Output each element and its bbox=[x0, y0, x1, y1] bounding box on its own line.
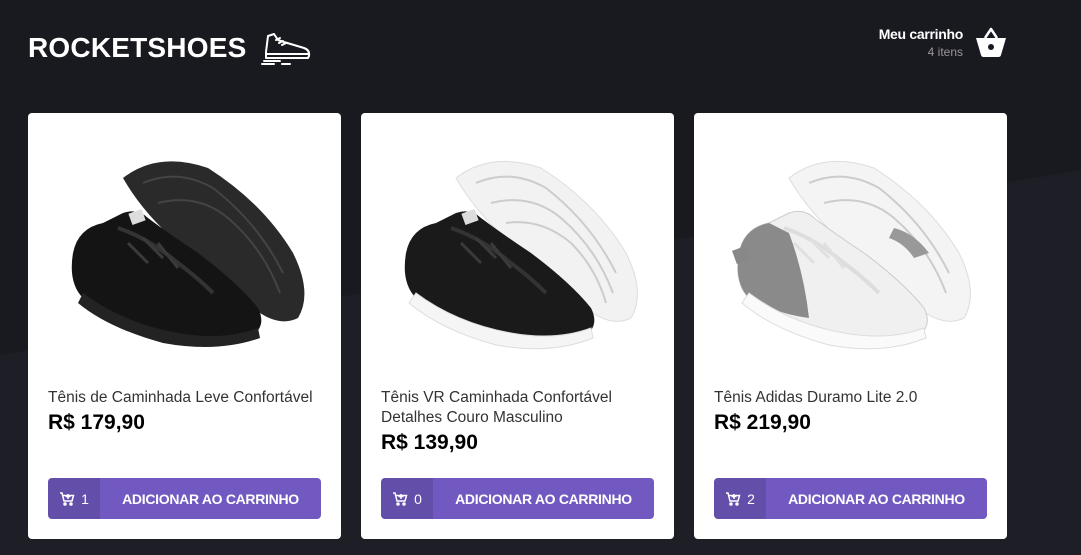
product-card: Tênis VR Caminhada Confortável Detalhes … bbox=[361, 113, 674, 539]
add-to-cart-label: ADICIONAR AO CARRINHO bbox=[122, 490, 299, 507]
add-shopping-cart-icon bbox=[726, 491, 741, 506]
add-shopping-cart-icon bbox=[60, 491, 75, 506]
logo-text: ROCKETSHOES bbox=[28, 32, 247, 63]
product-title: Tênis de Caminhada Leve Confortável bbox=[48, 389, 313, 406]
add-to-cart-button[interactable]: 2 ADICIONAR AO CARRINHO bbox=[714, 478, 987, 519]
product-card: Tênis Adidas Duramo Lite 2.0 R$ 219,90 2… bbox=[694, 113, 1007, 539]
cart-count: 4 itens bbox=[927, 44, 963, 59]
sneaker-icon bbox=[261, 33, 311, 65]
product-title-block: Tênis Adidas Duramo Lite 2.0 R$ 219,90 bbox=[714, 388, 989, 433]
cart-info: Meu carrinho 4 itens bbox=[878, 25, 964, 59]
basket-icon bbox=[976, 27, 1006, 57]
product-title: Tênis Adidas Duramo Lite 2.0 bbox=[714, 389, 918, 406]
product-list: Tênis de Caminhada Leve Confortável R$ 1… bbox=[28, 113, 1007, 539]
add-to-cart-label: ADICIONAR AO CARRINHO bbox=[455, 490, 632, 507]
product-price: R$ 179,90 bbox=[48, 411, 145, 434]
product-title-block: Tênis de Caminhada Leve Confortável R$ 1… bbox=[48, 388, 323, 433]
product-image-black-sneaker bbox=[71, 161, 305, 347]
product-price: R$ 219,90 bbox=[714, 411, 811, 434]
cart-amount-value: 1 bbox=[81, 490, 89, 507]
product-title: Tênis VR Caminhada Confortável Detalhes … bbox=[381, 389, 612, 426]
add-to-cart-button[interactable]: 0 ADICIONAR AO CARRINHO bbox=[381, 478, 654, 519]
cart-amount: 1 bbox=[48, 478, 100, 519]
product-title-block: Tênis VR Caminhada Confortável Detalhes … bbox=[381, 388, 656, 453]
product-card: Tênis de Caminhada Leve Confortável R$ 1… bbox=[28, 113, 341, 539]
cart-title: Meu carrinho bbox=[878, 25, 964, 42]
cart-amount: 0 bbox=[381, 478, 433, 519]
product-price: R$ 139,90 bbox=[381, 431, 478, 454]
product-image-white-grey-sneaker bbox=[732, 160, 971, 350]
add-to-cart-label: ADICIONAR AO CARRINHO bbox=[788, 490, 965, 507]
cart-link[interactable]: Meu carrinho 4 itens bbox=[879, 24, 1009, 60]
product-image-black-white-sneaker bbox=[404, 160, 638, 350]
add-shopping-cart-icon bbox=[393, 491, 408, 506]
app-header: ROCKETSHOES Meu carrinho 4 itens bbox=[0, 0, 1081, 95]
cart-amount: 2 bbox=[714, 478, 766, 519]
cart-amount-value: 2 bbox=[747, 490, 755, 507]
logo-link[interactable]: ROCKETSHOES bbox=[28, 30, 312, 66]
add-to-cart-button[interactable]: 1 ADICIONAR AO CARRINHO bbox=[48, 478, 321, 519]
cart-amount-value: 0 bbox=[414, 490, 422, 507]
